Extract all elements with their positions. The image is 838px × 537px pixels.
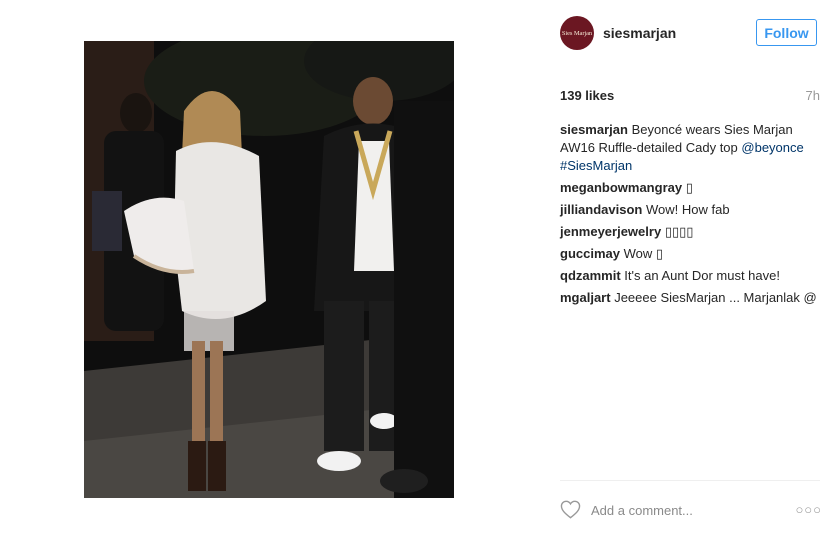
post-footer: ○○○ — [560, 498, 822, 522]
comment-username[interactable]: jilliandavison — [560, 202, 642, 217]
comment-item: jenmeyerjewelry ▯▯▯▯ — [560, 223, 822, 241]
comment-text: ▯▯▯▯ — [664, 224, 694, 239]
comment-username[interactable]: meganbowmangray — [560, 180, 682, 195]
add-comment-input[interactable] — [591, 500, 781, 520]
comment-item: meganbowmangray ▯ — [560, 179, 822, 197]
caption: siesmarjan Beyoncé wears Sies Marjan AW1… — [560, 121, 822, 175]
username-link[interactable]: siesmarjan — [603, 25, 676, 41]
follow-button[interactable]: Follow — [756, 19, 817, 46]
comments-list: siesmarjan Beyoncé wears Sies Marjan AW1… — [560, 121, 822, 311]
comment-item: jilliandavison Wow! How fab — [560, 201, 822, 219]
footer-divider — [560, 480, 820, 481]
post-photo[interactable] — [84, 41, 454, 498]
heart-icon[interactable] — [560, 500, 581, 519]
comment-text: Jeeeee SiesMarjan ... Marjanlak @ — [614, 290, 817, 305]
caption-username[interactable]: siesmarjan — [560, 122, 628, 137]
post-stats: 139 likes 7h — [560, 88, 820, 106]
comment-text: It's an Aunt Dor must have! — [624, 268, 780, 283]
comment-username[interactable]: mgaljart — [560, 290, 611, 305]
comment-text: Wow! How fab — [645, 202, 730, 217]
comment-username[interactable]: jenmeyerjewelry — [560, 224, 661, 239]
avatar-logo-text: Sies Marjan — [561, 29, 593, 37]
comment-item: qdzammit It's an Aunt Dor must have! — [560, 267, 822, 285]
caption-hashtag-link[interactable]: #SiesMarjan — [560, 158, 632, 173]
post-sidebar: Sies Marjan siesmarjan Follow 139 likes … — [560, 0, 838, 537]
comment-username[interactable]: guccimay — [560, 246, 620, 261]
comment-username[interactable]: qdzammit — [560, 268, 621, 283]
comment-item: guccimay Wow ▯ — [560, 245, 822, 263]
comment-text: ▯ — [685, 180, 693, 195]
post-header: Sies Marjan siesmarjan Follow — [560, 16, 820, 52]
more-options-icon[interactable]: ○○○ — [795, 502, 822, 517]
post-photo-image — [84, 41, 454, 498]
comment-item: mgaljart Jeeeee SiesMarjan ... Marjanlak… — [560, 289, 822, 307]
post-timestamp[interactable]: 7h — [806, 88, 820, 103]
comment-text: Wow ▯ — [623, 246, 664, 261]
avatar[interactable]: Sies Marjan — [560, 16, 594, 50]
caption-mention-link[interactable]: @beyonce — [741, 140, 803, 155]
likes-count[interactable]: 139 likes — [560, 88, 614, 103]
